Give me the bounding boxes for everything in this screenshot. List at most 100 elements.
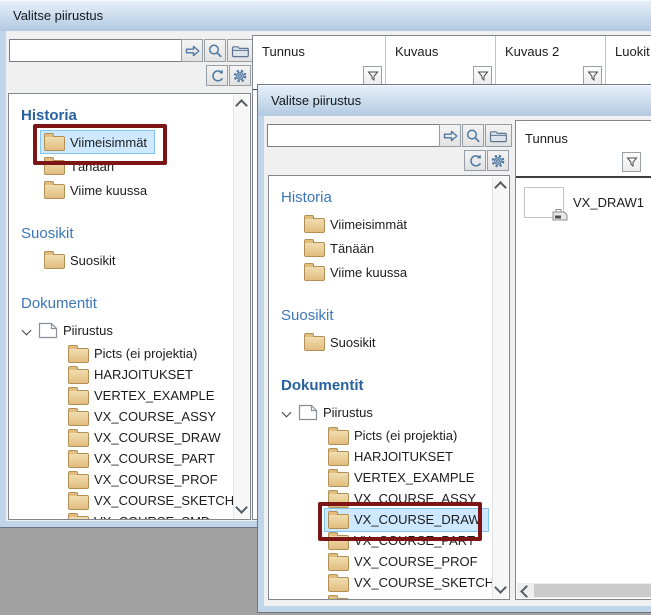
refresh-button[interactable] (464, 150, 486, 171)
folder-icon (68, 390, 89, 405)
column-kuvaus-2[interactable]: Kuvaus 2 (496, 36, 606, 89)
filter-button[interactable] (363, 66, 382, 86)
filter-button[interactable] (473, 66, 492, 86)
document-icon (298, 404, 318, 421)
tree-item-vx-course-assy[interactable]: VX_COURSE_ASSY (9, 406, 234, 427)
folder-icon (328, 472, 349, 487)
titlebar-front[interactable]: Valitse piirustus (258, 85, 651, 116)
tree-section-dokumentit: Dokumentit (21, 294, 234, 314)
folder-icon (68, 516, 89, 520)
tree-item-vx-course-part[interactable]: VX_COURSE_PART (9, 448, 234, 469)
tree-item-vertex-example[interactable]: VERTEX_EXAMPLE (9, 385, 234, 406)
tree-item-vx-course-draw[interactable]: VX_COURSE_DRAW (9, 427, 234, 448)
folder-icon (328, 430, 349, 445)
scroll-left-icon[interactable] (520, 585, 533, 598)
tree-item-vx-course-part[interactable]: VX_COURSE_PART (269, 530, 493, 551)
list-item-vx-draw1[interactable]: VX_DRAW1 (524, 187, 651, 218)
column-luokit[interactable]: Luokit (606, 36, 651, 89)
tree-item-harjoitukset[interactable]: HARJOITUKSET (269, 446, 493, 467)
folder-icon (304, 336, 325, 351)
column-tunnus[interactable]: Tunnus (253, 36, 386, 89)
settings-button[interactable] (229, 65, 251, 86)
tree-item-vertex-example[interactable]: VERTEX_EXAMPLE (269, 467, 493, 488)
tree-scrollbar[interactable] (492, 177, 508, 598)
tree-item-tanaan[interactable]: Tänään (9, 154, 234, 178)
scroll-down-icon[interactable] (494, 581, 507, 594)
folder-icon (304, 242, 325, 257)
tree-item-vx-course-smd[interactable]: VX_COURSE_SMD (9, 511, 234, 519)
tree-item-vx-course-assy[interactable]: VX_COURSE_ASSY (269, 488, 493, 509)
folder-icon (489, 128, 508, 144)
scroll-up-icon[interactable] (494, 181, 507, 194)
search-button[interactable] (462, 124, 484, 147)
browse-folder-button[interactable] (485, 124, 512, 147)
tree-item-vx-course-smd[interactable]: VX_COURSE_SMD (269, 593, 493, 599)
horizontal-scrollbar[interactable] (517, 583, 651, 598)
search-input[interactable] (9, 39, 187, 62)
filter-funnel-icon (587, 70, 599, 82)
folder-icon (328, 535, 349, 550)
tree-item-vx-course-draw[interactable]: VX_COURSE_DRAW (269, 509, 493, 530)
folder-icon (304, 266, 325, 281)
tree-item-vx-course-sketch[interactable]: VX_COURSE_SKETCH (269, 572, 493, 593)
search-button[interactable] (204, 39, 226, 62)
filter-funnel-icon (626, 156, 638, 168)
tree-section-suosikit: Suosikit (21, 224, 234, 244)
tree-item-vx-course-prof[interactable]: VX_COURSE_PROF (269, 551, 493, 572)
search-input[interactable] (267, 124, 445, 147)
tree-item-viime-kuussa[interactable]: Viime kuussa (9, 178, 234, 202)
scroll-down-icon[interactable] (235, 501, 248, 514)
filter-button[interactable] (583, 66, 602, 86)
folder-icon (44, 184, 65, 199)
scrollbar-thumb[interactable] (534, 584, 651, 597)
folder-icon (328, 556, 349, 571)
browse-folder-button[interactable] (227, 39, 254, 62)
tree-section-suosikit: Suosikit (281, 306, 493, 326)
dialog-front: Valitse piirustus (258, 85, 651, 612)
tree-item-suosikit[interactable]: Suosikit (269, 330, 493, 354)
titlebar-back[interactable]: Valitse piirustus (0, 0, 651, 31)
search-go-button[interactable] (439, 124, 461, 147)
folder-icon (328, 493, 349, 508)
folder-icon (304, 218, 325, 233)
search-icon (465, 128, 481, 144)
folder-icon (68, 348, 89, 363)
drawing-badge-icon (551, 208, 568, 221)
column-kuvaus[interactable]: Kuvaus (386, 36, 496, 89)
folder-icon (328, 451, 349, 466)
document-icon (38, 322, 58, 339)
folder-icon (231, 43, 250, 59)
gear-icon (490, 153, 506, 169)
tree-item-viimeisimmat[interactable]: Viimeisimmät (9, 130, 234, 154)
filter-funnel-icon (367, 70, 379, 82)
tree-item-viime-kuussa[interactable]: Viime kuussa (269, 260, 493, 284)
folder-icon (68, 411, 89, 426)
search-go-button[interactable] (181, 39, 203, 62)
folder-icon (68, 432, 89, 447)
folder-icon (328, 514, 349, 529)
tree-node-piirustus[interactable]: Piirustus (269, 400, 493, 425)
scroll-up-icon[interactable] (235, 99, 248, 112)
tree-item-suosikit[interactable]: Suosikit (9, 248, 234, 272)
folder-icon (68, 474, 89, 489)
tree-item-vx-course-sketch[interactable]: VX_COURSE_SKETCH (9, 490, 234, 511)
tree-item-harjoitukset[interactable]: HARJOITUKSET (9, 364, 234, 385)
folder-icon (44, 160, 65, 175)
chevron-down-icon[interactable] (22, 326, 32, 336)
chevron-down-icon[interactable] (282, 408, 292, 418)
gear-icon (232, 68, 248, 84)
tree-item-picts[interactable]: Picts (ei projektia) (269, 425, 493, 446)
tree-item-picts[interactable]: Picts (ei projektia) (9, 343, 234, 364)
filter-button[interactable] (622, 152, 641, 172)
window-title: Valitse piirustus (271, 93, 361, 108)
tree-scrollbar[interactable] (233, 95, 249, 518)
tree-node-piirustus[interactable]: Piirustus (9, 318, 234, 343)
settings-button[interactable] (487, 150, 509, 171)
tree-item-tanaan[interactable]: Tänään (269, 236, 493, 260)
refresh-button[interactable] (206, 65, 228, 86)
desktop: Valitse piirustus (0, 0, 651, 615)
refresh-icon (209, 68, 225, 84)
column-tunnus[interactable]: Tunnus (516, 121, 651, 178)
tree-item-vx-course-prof[interactable]: VX_COURSE_PROF (9, 469, 234, 490)
tree-item-viimeisimmat[interactable]: Viimeisimmät (269, 212, 493, 236)
